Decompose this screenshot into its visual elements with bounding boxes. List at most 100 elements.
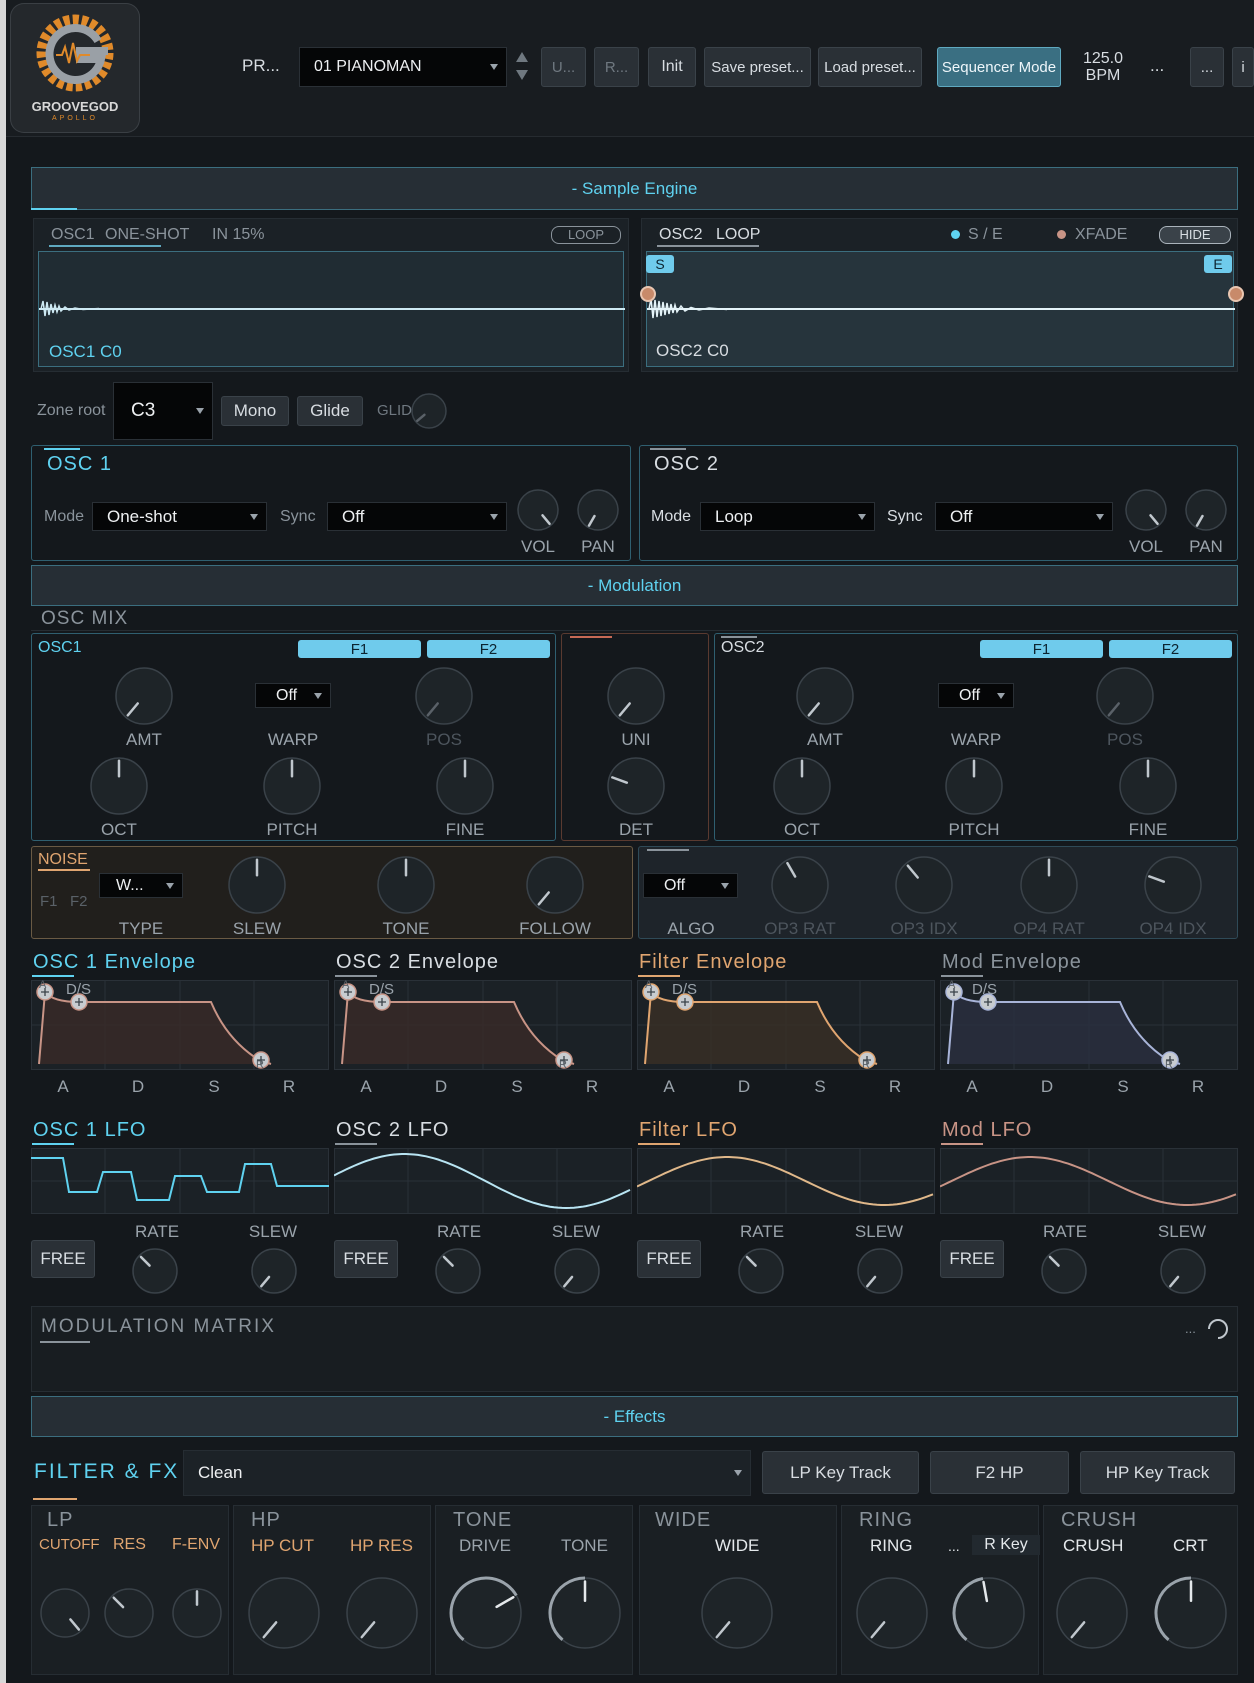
osc1-fine-knob[interactable] [434, 755, 496, 822]
noise-slew-knob[interactable] [226, 854, 288, 921]
loop-start-marker[interactable]: S [646, 255, 674, 273]
osc1-lfo-free-button[interactable]: FREE [31, 1240, 95, 1278]
save-preset-button[interactable]: Save preset... [704, 47, 811, 87]
lp-cutoff-knob[interactable] [38, 1586, 92, 1645]
crt-knob[interactable] [1153, 1575, 1229, 1656]
osc1-lfo-graph[interactable] [31, 1148, 329, 1214]
se-mode-toggle[interactable]: S / E [968, 226, 1003, 244]
mono-button[interactable]: Mono [221, 396, 289, 426]
mod-lfo-free-button[interactable]: FREE [940, 1240, 1004, 1278]
r-button[interactable]: R... [594, 47, 639, 87]
zone-root-dropdown[interactable]: C3 [113, 382, 213, 440]
osc2-fine-knob[interactable] [1117, 755, 1179, 822]
filter-lfo-slew-knob[interactable] [855, 1246, 905, 1301]
loop-start-handle[interactable] [640, 286, 656, 302]
hide-button[interactable]: HIDE [1159, 226, 1231, 244]
tone-drive-knob[interactable] [448, 1575, 524, 1656]
op4-rat-knob[interactable] [1018, 854, 1080, 921]
app-logo[interactable]: GROOVEGOD APOLLO [10, 3, 140, 133]
mod-lfo-slew-knob[interactable] [1158, 1246, 1208, 1301]
osc2-pos-knob[interactable] [1094, 665, 1156, 732]
noise-follow-knob[interactable] [524, 854, 586, 921]
lp-key-track-button[interactable]: LP Key Track [762, 1451, 919, 1494]
osc1-f2-toggle[interactable]: F2 [427, 640, 550, 658]
noise-tone-knob[interactable] [375, 854, 437, 921]
mod-matrix-refresh-icon[interactable] [1205, 1316, 1231, 1347]
hp-cut-knob[interactable] [246, 1575, 322, 1656]
sequencer-mode-button[interactable]: Sequencer Mode [937, 47, 1061, 87]
tone-tone-knob[interactable] [547, 1575, 623, 1656]
mod-lfo-graph[interactable] [939, 1148, 1238, 1214]
ring-rkey-knob[interactable] [951, 1575, 1027, 1656]
overflow-button[interactable]: ... [1190, 47, 1224, 87]
op3-idx-knob[interactable] [893, 854, 955, 921]
info-button[interactable]: i [1232, 47, 1254, 87]
osc2-pan-knob[interactable] [1183, 487, 1229, 538]
preset-stepper[interactable] [515, 48, 529, 84]
crush-knob[interactable] [1054, 1575, 1130, 1656]
noise-f1-toggle[interactable]: F1 [40, 893, 58, 910]
more-options[interactable]: ... [1150, 56, 1164, 76]
hp-key-track-button[interactable]: HP Key Track [1080, 1451, 1235, 1494]
osc1-pos-knob[interactable] [413, 665, 475, 732]
loop-end-marker[interactable]: E [1204, 255, 1232, 273]
mod-matrix-more[interactable]: ... [1185, 1321, 1196, 1336]
ring-rkey-button[interactable]: R Key [972, 1535, 1040, 1555]
preset-dropdown[interactable]: 01 PIANOMAN [299, 47, 507, 87]
osc1-warp-dropdown[interactable]: Off [255, 683, 331, 708]
xfade-mode-toggle[interactable]: XFADE [1075, 226, 1127, 244]
lp-fenv-knob[interactable] [170, 1586, 224, 1645]
osc1-oct-knob[interactable] [88, 755, 150, 822]
osc1-tab-name[interactable]: OSC1 [51, 226, 95, 244]
osc1-lfo-rate-knob[interactable] [130, 1246, 180, 1301]
sample-engine-bar[interactable]: - Sample Engine [31, 167, 1238, 210]
osc2-pitch-knob[interactable] [943, 755, 1005, 822]
osc1-sync-dropdown[interactable]: Off [327, 502, 507, 531]
fm-algo-dropdown[interactable]: Off [643, 873, 738, 898]
osc1-tab-in[interactable]: IN 15% [212, 226, 264, 244]
osc1-loop-button[interactable]: LOOP [551, 226, 621, 244]
osc2-tab-mode[interactable]: LOOP [716, 226, 760, 244]
osc1-tab-mode[interactable]: ONE-SHOT [105, 226, 189, 244]
load-preset-button[interactable]: Load preset... [818, 47, 922, 87]
lp-res-knob[interactable] [102, 1586, 156, 1645]
osc2-f1-toggle[interactable]: F1 [980, 640, 1103, 658]
filter-lfo-free-button[interactable]: FREE [637, 1240, 701, 1278]
noise-type-dropdown[interactable]: W... [99, 873, 183, 898]
glide-knob[interactable] [409, 391, 449, 436]
osc1-lfo-slew-knob[interactable] [249, 1246, 299, 1301]
glide-button[interactable]: Glide [297, 396, 363, 426]
osc2-amt-knob[interactable] [794, 665, 856, 732]
osc2-waveform-display[interactable] [646, 251, 1235, 367]
osc1-amt-knob[interactable] [113, 665, 175, 732]
osc1-pan-knob[interactable] [575, 487, 621, 538]
osc1-mode-dropdown[interactable]: One-shot [92, 502, 267, 531]
uni-knob[interactable] [605, 665, 667, 732]
loop-end-handle[interactable] [1228, 286, 1244, 302]
osc2-vol-knob[interactable] [1123, 487, 1169, 538]
mod-lfo-rate-knob[interactable] [1039, 1246, 1089, 1301]
modulation-bar[interactable]: - Modulation [31, 565, 1238, 606]
filter-lfo-graph[interactable] [636, 1148, 935, 1214]
init-button[interactable]: Init [648, 47, 696, 87]
osc2-tab-name[interactable]: OSC2 [659, 226, 703, 244]
noise-f2-toggle[interactable]: F2 [70, 893, 88, 910]
osc1-pitch-knob[interactable] [261, 755, 323, 822]
osc2-lfo-slew-knob[interactable] [552, 1246, 602, 1301]
wide-knob[interactable] [699, 1575, 775, 1656]
osc2-mode-dropdown[interactable]: Loop [700, 502, 875, 531]
ring-more[interactable]: ... [948, 1538, 960, 1554]
u-button[interactable]: U... [541, 47, 586, 87]
osc2-oct-knob[interactable] [771, 755, 833, 822]
ring-knob[interactable] [854, 1575, 930, 1656]
osc1-f1-toggle[interactable]: F1 [298, 640, 421, 658]
osc2-lfo-graph[interactable] [333, 1148, 632, 1214]
fx-mode-dropdown[interactable]: Clean [183, 1450, 751, 1496]
filter-lfo-rate-knob[interactable] [736, 1246, 786, 1301]
osc2-warp-dropdown[interactable]: Off [938, 683, 1014, 708]
osc2-f2-toggle[interactable]: F2 [1109, 640, 1232, 658]
op4-idx-knob[interactable] [1142, 854, 1204, 921]
osc1-waveform-display[interactable]: OSC1 C0 [38, 251, 625, 367]
osc2-sync-dropdown[interactable]: Off [935, 502, 1113, 531]
hp-res-knob[interactable] [344, 1575, 420, 1656]
